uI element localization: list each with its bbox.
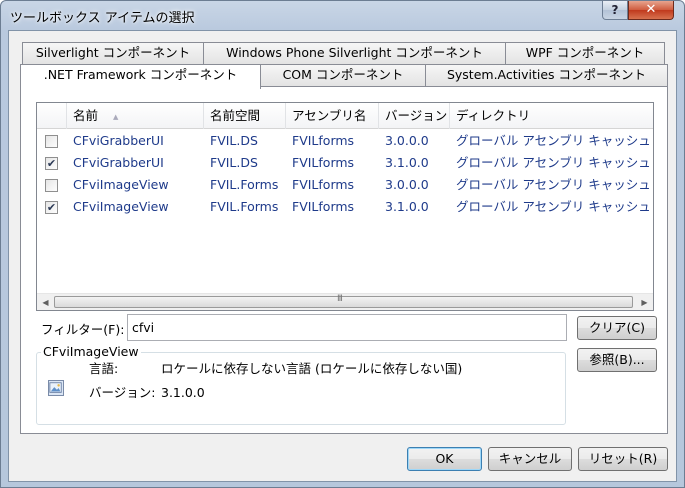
cell-version: 3.1.0.0	[385, 199, 429, 214]
filter-input[interactable]	[127, 314, 567, 341]
cell-namespace: FVIL.DS	[210, 155, 258, 170]
tab-system-activities[interactable]: System.Activities コンポーネント	[425, 64, 668, 86]
scroll-right-icon[interactable]: ▶	[636, 294, 653, 310]
table-row[interactable]: ✔ CFviImageView FVIL.Forms FVILforms 3.1…	[37, 196, 653, 218]
table-row[interactable]: CFviGrabberUI FVIL.DS FVILforms 3.0.0.0 …	[37, 130, 653, 152]
cell-name: CFviGrabberUI	[73, 155, 164, 170]
version-value: 3.1.0.0	[161, 385, 205, 400]
row-checkbox[interactable]: ✔	[45, 157, 58, 170]
tab-silverlight[interactable]: Silverlight コンポーネント	[22, 42, 204, 64]
cell-directory: グローバル アセンブリ キャッシュ	[456, 133, 651, 148]
column-header-assembly[interactable]: アセンブリ名	[286, 103, 379, 129]
row-checkbox[interactable]	[45, 179, 58, 192]
tab-wpf[interactable]: WPF コンポーネント	[505, 42, 665, 64]
cell-version: 3.1.0.0	[385, 155, 429, 170]
cell-assembly: FVILforms	[292, 177, 355, 192]
language-label: 言語:	[89, 361, 119, 376]
cell-name: CFviImageView	[73, 177, 169, 192]
table-row[interactable]: CFviImageView FVIL.Forms FVILforms 3.0.0…	[37, 174, 653, 196]
cell-version: 3.0.0.0	[385, 177, 429, 192]
browse-button[interactable]: 参照(B)...	[577, 348, 657, 372]
ok-button[interactable]: OK	[407, 447, 482, 471]
cell-name: CFviImageView	[73, 199, 169, 214]
version-label: バージョン:	[89, 385, 156, 400]
clear-button[interactable]: クリア(C)	[577, 316, 657, 340]
table-row[interactable]: ✔ CFviGrabberUI FVIL.DS FVILforms 3.1.0.…	[37, 152, 653, 174]
cell-directory: グローバル アセンブリ キャッシュ	[456, 199, 651, 214]
list-header: 名前 ▲ 名前空間 アセンブリ名 バージョン ディレクトリ	[37, 103, 653, 129]
column-header-name[interactable]: 名前 ▲	[67, 103, 204, 129]
scroll-left-icon[interactable]: ◀	[37, 294, 54, 310]
filter-label: フィルター(F):	[41, 322, 125, 337]
row-checkbox[interactable]: ✔	[45, 201, 58, 214]
cancel-button[interactable]: キャンセル	[488, 447, 572, 471]
column-header-version[interactable]: バージョン	[379, 103, 450, 129]
tab-panel: 名前 ▲ 名前空間 アセンブリ名 バージョン ディレクトリ CFviGrabbe…	[20, 86, 668, 434]
help-button[interactable]: ?	[602, 1, 628, 20]
title-bar[interactable]: ツールボックス アイテムの選択 ? ✕	[1, 1, 684, 31]
component-image-icon	[48, 380, 64, 396]
details-title: CFviImageView	[41, 344, 141, 359]
sort-ascending-icon: ▲	[113, 113, 119, 121]
scrollbar-thumb[interactable]: III	[54, 294, 633, 308]
cell-name: CFviGrabberUI	[73, 133, 164, 148]
dialog-window: ツールボックス アイテムの選択 ? ✕ Silverlight コンポーネント …	[0, 0, 685, 488]
cell-assembly: FVILforms	[292, 133, 355, 148]
component-details: CFviImageView 言語: ロケールに依存しない言語 (ロケールに依存し…	[36, 344, 566, 425]
tab-com[interactable]: COM コンポーネント	[260, 64, 426, 86]
column-header-check[interactable]	[37, 103, 67, 129]
tab-net-framework[interactable]: .NET Framework コンポーネント	[20, 64, 261, 89]
cell-namespace: FVIL.Forms	[210, 177, 279, 192]
reset-button[interactable]: リセット(R)	[578, 447, 668, 471]
close-icon: ✕	[645, 2, 657, 17]
cell-namespace: FVIL.Forms	[210, 199, 279, 214]
horizontal-scrollbar[interactable]: ◀ III ▶	[37, 293, 653, 310]
window-title: ツールボックス アイテムの選択	[10, 11, 195, 26]
cell-assembly: FVILforms	[292, 199, 355, 214]
tab-windows-phone-silverlight[interactable]: Windows Phone Silverlight コンポーネント	[203, 42, 506, 64]
cell-directory: グローバル アセンブリ キャッシュ	[456, 177, 651, 192]
language-value: ロケールに依存しない言語 (ロケールに依存しない国)	[161, 361, 463, 376]
column-header-label: 名前	[73, 108, 99, 123]
cell-assembly: FVILforms	[292, 155, 355, 170]
cell-directory: グローバル アセンブリ キャッシュ	[456, 155, 651, 170]
cell-namespace: FVIL.DS	[210, 133, 258, 148]
column-header-namespace[interactable]: 名前空間	[204, 103, 286, 129]
column-header-directory[interactable]: ディレクトリ	[450, 103, 653, 129]
close-button[interactable]: ✕	[628, 1, 674, 20]
cell-version: 3.0.0.0	[385, 133, 429, 148]
row-checkbox[interactable]	[45, 135, 58, 148]
dialog-client-area: Silverlight コンポーネント Windows Phone Silver…	[8, 30, 677, 482]
component-list[interactable]: 名前 ▲ 名前空間 アセンブリ名 バージョン ディレクトリ CFviGrabbe…	[36, 102, 654, 311]
grip-icon: III	[337, 294, 343, 304]
